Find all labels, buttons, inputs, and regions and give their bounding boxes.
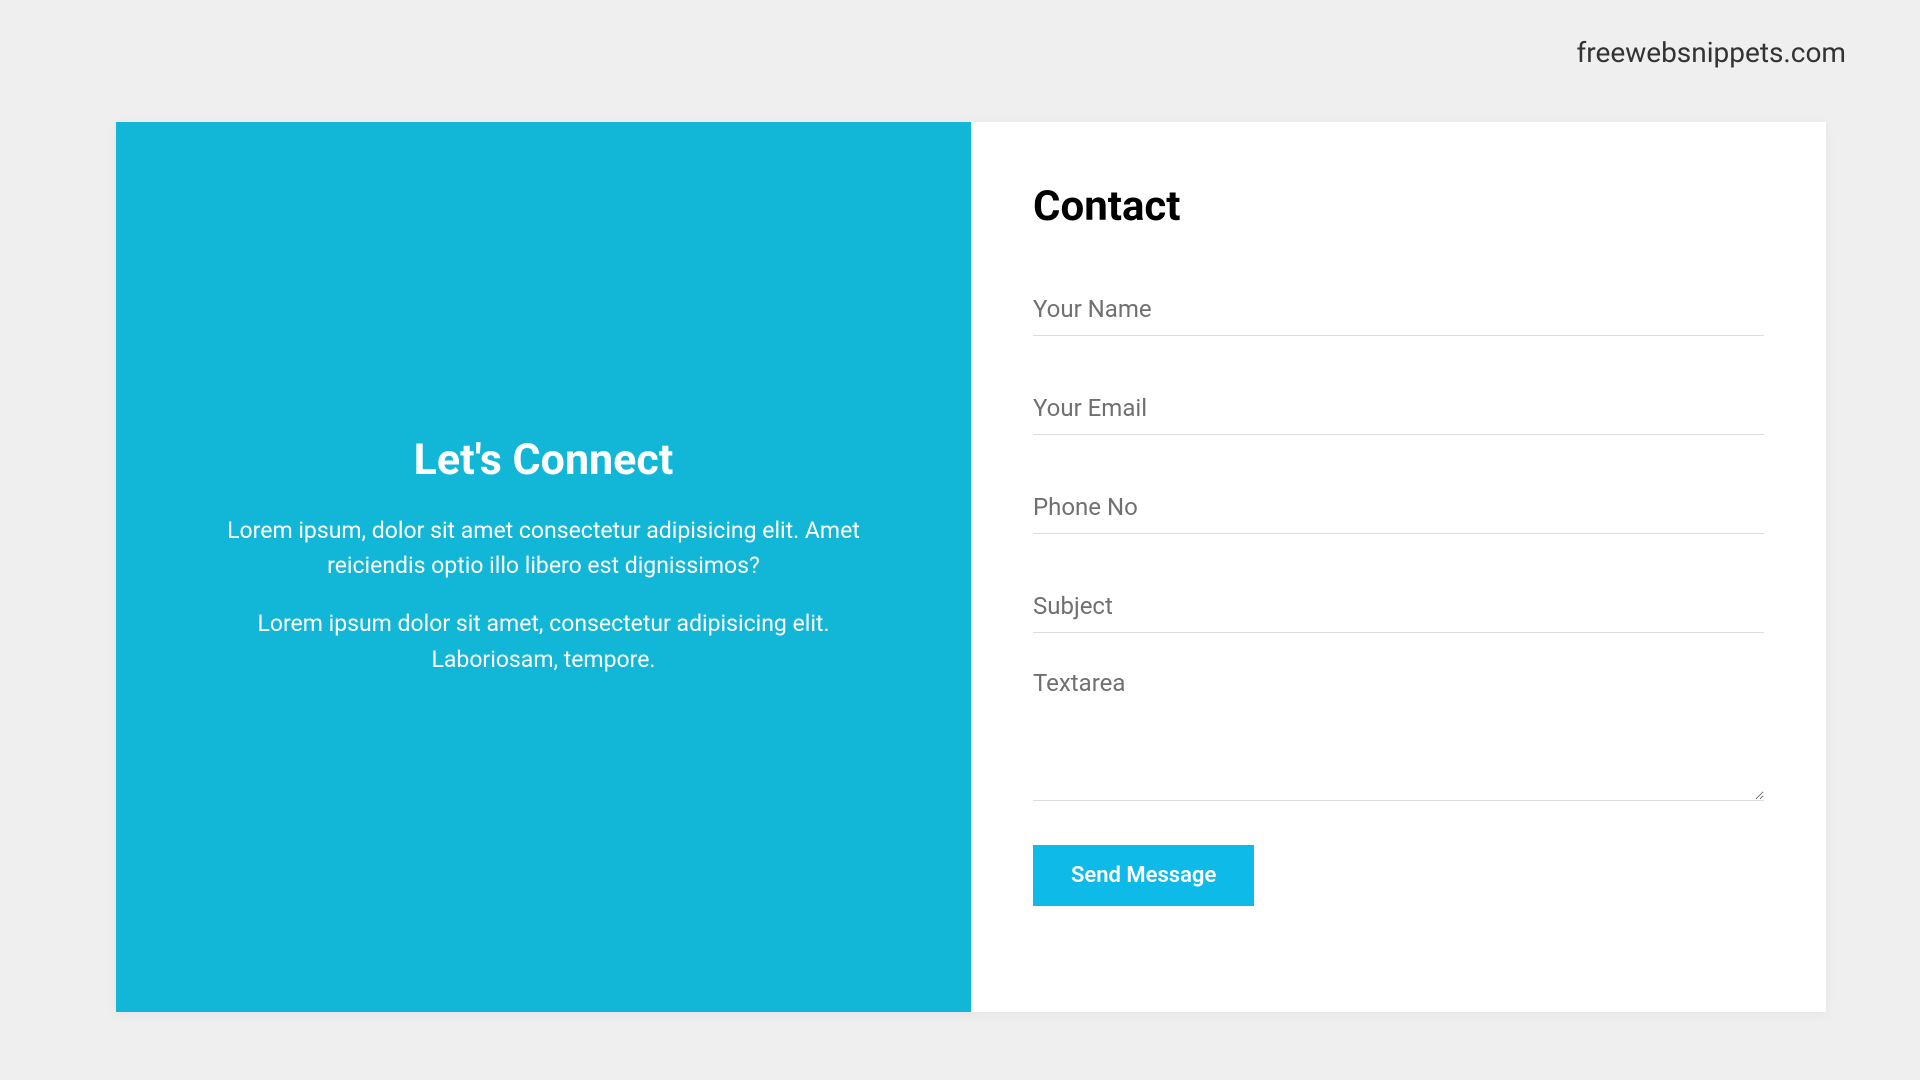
phone-input[interactable] bbox=[1033, 487, 1764, 534]
send-message-button[interactable]: Send Message bbox=[1033, 845, 1254, 906]
connect-paragraph-1: Lorem ipsum, dolor sit amet consectetur … bbox=[206, 513, 881, 584]
brand-label: freewebsnippets.com bbox=[1577, 36, 1846, 69]
contact-card: Let's Connect Lorem ipsum, dolor sit ame… bbox=[116, 122, 1826, 1012]
form-group-phone bbox=[1033, 487, 1764, 534]
subject-input[interactable] bbox=[1033, 586, 1764, 633]
connect-paragraph-2: Lorem ipsum dolor sit amet, consectetur … bbox=[206, 606, 881, 677]
form-group-email bbox=[1033, 388, 1764, 435]
contact-heading: Contact bbox=[1033, 182, 1764, 231]
message-textarea[interactable] bbox=[1033, 663, 1764, 801]
left-panel: Let's Connect Lorem ipsum, dolor sit ame… bbox=[116, 122, 971, 1012]
email-input[interactable] bbox=[1033, 388, 1764, 435]
form-group-subject bbox=[1033, 586, 1764, 633]
right-panel: Contact Send Message bbox=[971, 122, 1826, 1012]
form-group-message bbox=[1033, 663, 1764, 805]
connect-heading: Let's Connect bbox=[414, 435, 674, 485]
form-group-name bbox=[1033, 289, 1764, 336]
name-input[interactable] bbox=[1033, 289, 1764, 336]
